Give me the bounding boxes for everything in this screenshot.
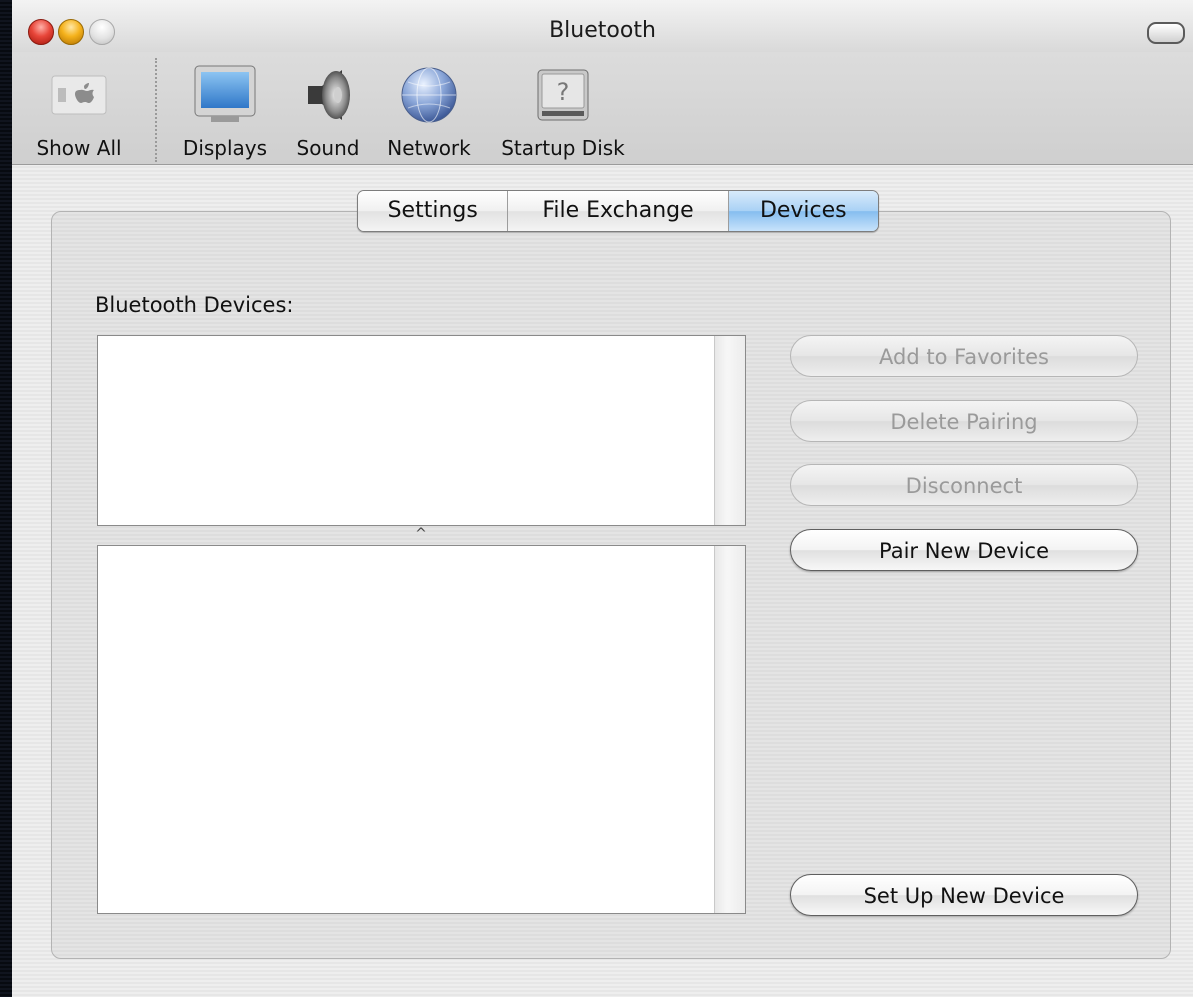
paired-list-scrollbar[interactable]: [714, 546, 745, 913]
favorites-list-scrollbar[interactable]: [714, 336, 745, 525]
globe-icon: [401, 67, 457, 123]
toolbar-sound[interactable]: Sound: [288, 64, 368, 160]
tab-devices[interactable]: Devices: [728, 191, 878, 231]
apple-grid-icon: [51, 75, 107, 115]
tab-file-exchange[interactable]: File Exchange: [508, 191, 729, 231]
set-up-new-device-button[interactable]: Set Up New Device: [790, 874, 1138, 916]
paired-device-list[interactable]: [97, 545, 746, 914]
toolbar: Show All Displays Sound Network ? Startu…: [12, 52, 1193, 165]
toolbar-item-label: Sound: [296, 136, 360, 160]
title-bar[interactable]: Bluetooth: [12, 0, 1193, 52]
toolbar-toggle-button[interactable]: [1147, 22, 1185, 44]
list-splitter-handle[interactable]: ^: [407, 526, 435, 542]
toolbar-separator: [155, 58, 157, 162]
window-title: Bluetooth: [549, 18, 656, 43]
toolbar-network[interactable]: Network: [380, 64, 478, 160]
toolbar-displays[interactable]: Displays: [175, 64, 275, 160]
favorites-device-list[interactable]: [97, 335, 746, 526]
disconnect-button[interactable]: Disconnect: [790, 464, 1138, 506]
monitor-icon: [194, 65, 256, 122]
tab-bar: Settings File Exchange Devices: [357, 190, 879, 232]
hard-disk-icon: ?: [537, 69, 589, 121]
pair-new-device-button[interactable]: Pair New Device: [790, 529, 1138, 571]
toolbar-item-label: Startup Disk: [501, 136, 625, 160]
delete-pairing-button[interactable]: Delete Pairing: [790, 400, 1138, 442]
speaker-icon: [308, 70, 350, 120]
bluetooth-devices-label: Bluetooth Devices:: [95, 293, 294, 317]
toolbar-show-all[interactable]: Show All: [30, 64, 128, 160]
add-to-favorites-button[interactable]: Add to Favorites: [790, 335, 1138, 377]
toolbar-item-label: Displays: [182, 136, 268, 160]
toolbar-item-label: Network: [387, 136, 471, 160]
tab-settings[interactable]: Settings: [358, 191, 509, 231]
toolbar-startup-disk[interactable]: ? Startup Disk: [495, 64, 631, 160]
svg-text:?: ?: [557, 78, 570, 106]
toolbar-item-label: Show All: [36, 136, 122, 160]
preferences-window: Bluetooth Show All Displays Sound Networ…: [12, 0, 1193, 997]
